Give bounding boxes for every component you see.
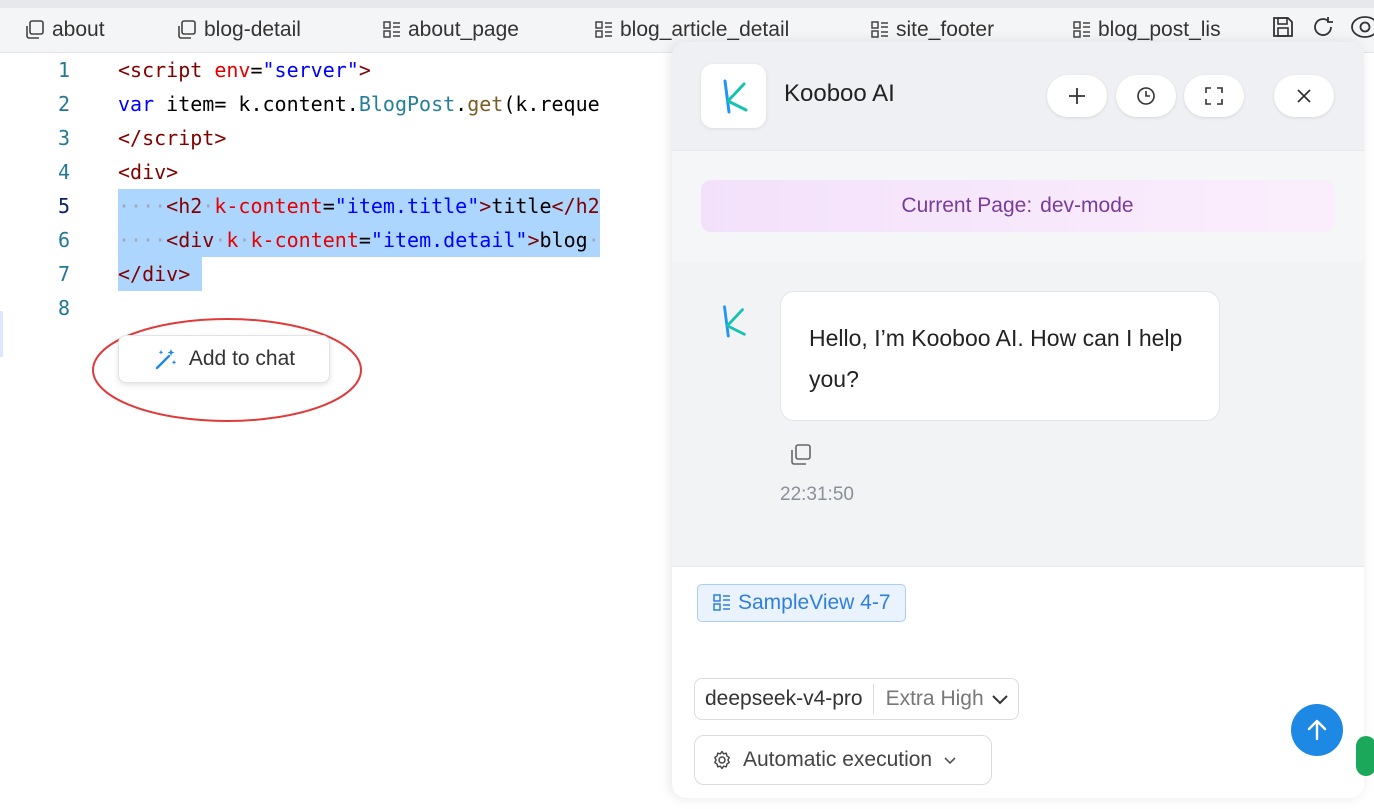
ai-chat-panel: Kooboo AI Current Page: dev-mode Hello, … (672, 42, 1364, 798)
refresh-icon[interactable] (1310, 14, 1336, 40)
window-top-strip (0, 0, 1374, 8)
history-icon (1137, 87, 1155, 105)
layout-list-icon (713, 594, 730, 611)
kooboo-k-icon (723, 79, 747, 114)
message-timestamp: 22:31:50 (780, 484, 854, 505)
line-number: 3 (57, 126, 70, 150)
panel-header: Kooboo AI (672, 42, 1364, 151)
new-chat-icon (1069, 88, 1085, 104)
chevron-down-icon (944, 757, 956, 765)
code-text: </div> (118, 257, 203, 291)
context-chip-label: SampleView 4-7 (738, 591, 891, 614)
kooboo-k-icon (723, 305, 746, 338)
copy-icon (178, 20, 196, 39)
close-icon (1297, 89, 1311, 103)
floating-widget-edge[interactable] (1356, 736, 1374, 776)
bot-avatar (716, 302, 750, 345)
execution-mode-select[interactable]: Automatic execution (694, 735, 992, 785)
arrow-up-icon (1307, 719, 1327, 741)
magic-wand-icon (155, 349, 177, 370)
model-select[interactable]: deepseek-v4-pro Extra High (694, 678, 1019, 720)
tab-about[interactable]: about (24, 16, 105, 44)
code-text: ····<div·k·k-content="item.detail">blog· (118, 223, 600, 257)
add-to-chat-label: Add to chat (188, 347, 296, 370)
copy-message-icon[interactable] (787, 442, 813, 473)
code-line-selected: 7 </div> (0, 257, 672, 291)
preview-eye-icon[interactable] (1350, 14, 1374, 40)
execution-mode-label: Automatic execution (743, 748, 933, 771)
tab-label: blog_article_detail (620, 18, 790, 41)
tab-about-page[interactable]: about_page (382, 16, 519, 44)
current-page-value: dev-mode (1040, 194, 1134, 217)
tab-label: blog-detail (204, 18, 301, 41)
tab-label: site_footer (896, 18, 995, 41)
chevron-down-icon (991, 695, 1008, 705)
current-page-banner: Current Page: dev-mode (701, 180, 1334, 232)
add-to-chat-button[interactable]: Add to chat (118, 335, 330, 383)
new-chat-button[interactable] (1047, 75, 1107, 117)
code-text: var item= k.content.BlogPost.get(k.reque (118, 92, 600, 116)
tab-blog-post-list[interactable]: blog_post_lis (1072, 16, 1228, 44)
code-text: </script> (118, 126, 227, 150)
code-editor[interactable]: 1 <script env="server"> 2 var item= k.co… (0, 53, 672, 809)
kooboo-logo (701, 64, 766, 128)
code-line-selected: 6 ····<div·k·k-content="item.detail">blo… (0, 223, 672, 257)
tab-blog-article-detail[interactable]: blog_article_detail (594, 16, 789, 44)
context-chip[interactable]: SampleView 4-7 (697, 584, 906, 622)
model-name: deepseek-v4-pro (705, 687, 863, 710)
code-line: 2 var item= k.content.BlogPost.get(k.req… (0, 87, 672, 121)
line-number: 4 (57, 160, 70, 184)
fullscreen-button[interactable] (1184, 75, 1244, 117)
editor-toolbar (1270, 14, 1374, 40)
line-number: 2 (57, 92, 70, 116)
fullscreen-icon (1205, 87, 1223, 105)
line-number: 8 (57, 296, 70, 320)
code-text: <script env="server"> (118, 58, 371, 82)
code-text: ····<h2·k-content="item.title">title</h2 (118, 189, 600, 223)
assistant-message: Hello, I’m Kooboo AI. How can I help you… (780, 291, 1220, 421)
layout-list-icon (871, 21, 888, 38)
layout-list-icon (383, 21, 400, 38)
code-line: 1 <script env="server"> (0, 53, 672, 87)
line-number: 6 (57, 228, 70, 252)
code-line: 4 <div> (0, 155, 672, 189)
close-panel-button[interactable] (1274, 75, 1334, 117)
chat-input-area[interactable]: SampleView 4-7 deepseek-v4-pro Extra Hig… (672, 566, 1364, 798)
chat-messages: Hello, I’m Kooboo AI. How can I help you… (672, 262, 1364, 566)
line-number: 7 (57, 262, 70, 286)
save-icon[interactable] (1270, 14, 1296, 40)
send-button[interactable] (1291, 704, 1343, 756)
reasoning-level-select[interactable]: Extra High (872, 684, 1018, 714)
tab-site-footer[interactable]: site_footer (870, 16, 994, 44)
tab-label: about_page (408, 18, 519, 41)
layout-list-icon (1073, 21, 1090, 38)
code-line: 3 </script> (0, 121, 672, 155)
gear-icon (714, 750, 730, 770)
tab-label: blog_post_lis (1098, 18, 1221, 41)
panel-title: Kooboo AI (784, 80, 895, 107)
reasoning-level: Extra High (885, 687, 984, 710)
current-page-label: Current Page: (901, 194, 1033, 217)
line-number: 1 (57, 58, 70, 82)
code-line-selected: 5 ····<h2·k-content="item.title">title</… (0, 189, 672, 223)
line-number: 5 (57, 194, 70, 218)
layout-list-icon (595, 21, 612, 38)
copy-icon (26, 20, 44, 39)
tab-label: about (52, 18, 105, 41)
code-text: <div> (118, 160, 179, 184)
history-button[interactable] (1116, 75, 1176, 117)
tab-blog-detail[interactable]: blog-detail (176, 16, 301, 44)
